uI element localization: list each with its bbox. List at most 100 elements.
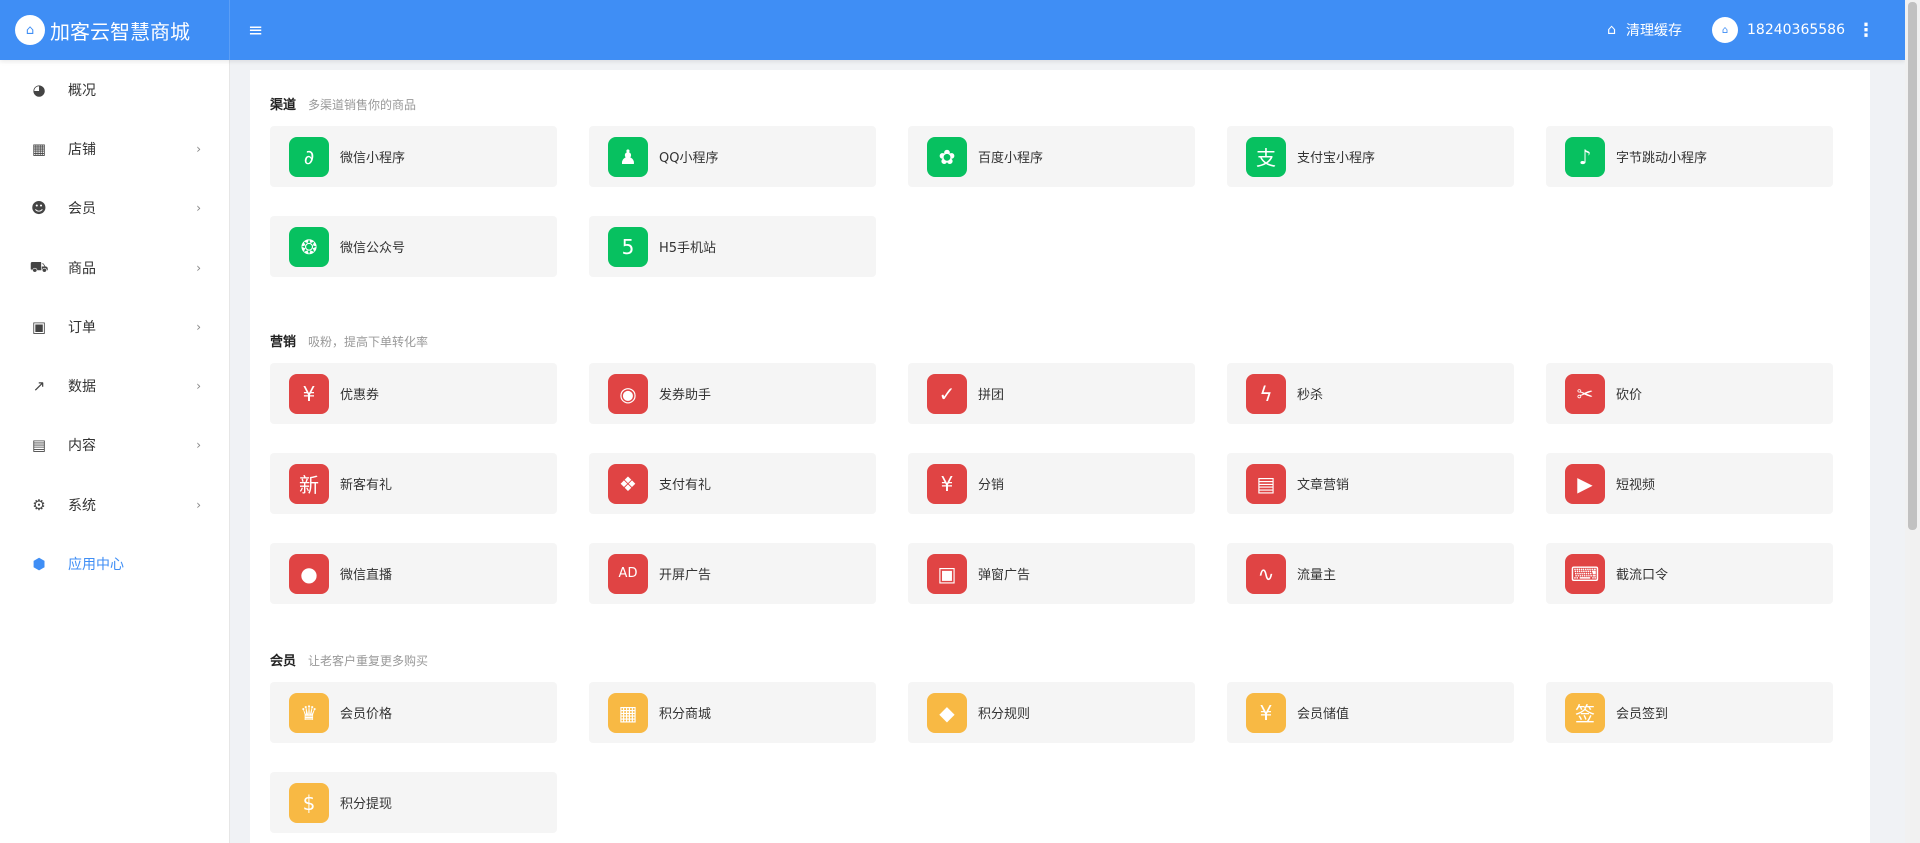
app-card[interactable]: ♪ 字节跳动小程序 (1546, 126, 1833, 187)
more-vertical-icon[interactable]: ⋮ (1857, 20, 1875, 41)
app-card[interactable]: 5 H5手机站 (589, 216, 876, 277)
sidebar-item-data[interactable]: ↗ 数据 › (0, 356, 229, 415)
app-card[interactable]: ♟ QQ小程序 (589, 126, 876, 187)
clear-cache-button[interactable]: ⌂ 清理缓存 (1607, 20, 1682, 40)
group-buy-icon: ✓ (927, 373, 967, 414)
username: 18240365586 (1747, 22, 1845, 38)
chevron-right-icon: › (196, 319, 201, 334)
sidebar-item-apps[interactable]: ⬢ 应用中心 (0, 534, 229, 593)
qq-icon: ♟ (608, 136, 648, 177)
app-card[interactable]: ● 微信直播 (270, 543, 557, 604)
section-title: 会员 (270, 654, 297, 669)
brand-name: 加客云智慧商城 (50, 19, 190, 44)
app-card[interactable]: ✿ 百度小程序 (908, 126, 1195, 187)
app-card-label: 发券助手 (659, 388, 712, 403)
channel-grid: ∂ 微信小程序 ♟ QQ小程序 ✿ 百度小程序 支支付宝小程序 ♪ 字节跳动小程序 ❂ 微信公众号 5… (270, 126, 1850, 306)
sidebar-item-overview[interactable]: ◕ 概况 (0, 60, 229, 119)
page-scrollbar[interactable] (1905, 0, 1920, 843)
cart-icon: ⛟ (29, 257, 49, 276)
mini-program-icon: ∂ (289, 136, 329, 177)
sidebar-item-label: 内容 (68, 438, 96, 455)
app-card[interactable]: ϟ 秒杀 (1227, 363, 1514, 424)
chevron-right-icon: › (196, 379, 201, 394)
app-card-label: 支付有礼 (659, 478, 712, 493)
app-card[interactable]: 支支付宝小程序 (1227, 126, 1514, 187)
withdraw-icon: $ (289, 782, 329, 823)
app-card-label: 秒杀 (1297, 388, 1324, 403)
chevron-right-icon: › (196, 141, 201, 156)
app-card-label: 拼团 (978, 388, 1005, 403)
scrollbar-thumb[interactable] (1908, 2, 1917, 530)
app-card[interactable]: ▦ 积分商城 (589, 682, 876, 743)
password-icon: ⌨ (1565, 553, 1605, 594)
chevron-right-icon: › (196, 497, 201, 512)
app-card-label: 积分规则 (978, 707, 1031, 722)
store-logo-icon: ⌂ (15, 15, 45, 45)
section-header: 营销 吸粉，提高下单转化率 (270, 331, 1850, 350)
app-card[interactable]: ✂ 砍价 (1546, 363, 1833, 424)
app-card[interactable]: $ 积分提现 (270, 772, 557, 833)
cube-icon: ⬢ (32, 555, 46, 574)
app-card-label: 支付宝小程序 (1297, 151, 1376, 166)
sidebar-item-member[interactable]: ☻ 会员 › (0, 179, 229, 238)
app-card-label: 流量主 (1297, 568, 1337, 583)
app-card[interactable]: ◉ 发券助手 (589, 363, 876, 424)
app-card[interactable]: ❂ 微信公众号 (270, 216, 557, 277)
app-card-label: 积分提现 (340, 797, 393, 812)
sidebar-item-order[interactable]: ▣ 订单 › (0, 297, 229, 356)
sidebar-item-label: 商品 (68, 260, 96, 277)
brand[interactable]: ⌂ 加客云智慧商城 (0, 0, 230, 60)
bargain-icon: ✂ (1565, 373, 1605, 414)
app-card[interactable]: ∂ 微信小程序 (270, 126, 557, 187)
sidebar-item-content[interactable]: ▤ 内容 › (0, 416, 229, 475)
menu-icon[interactable]: ≡ (248, 20, 263, 41)
app-card[interactable]: ¥ 优惠券 (270, 363, 557, 424)
marketing-grid: ¥ 优惠券 ◉ 发券助手 ✓ 拼团 ϟ 秒杀 ✂ 砍价新新客有礼 ❖ 支付有礼 ¥ 分销 ▤ 文章营销 ▶ 短视频… (270, 363, 1850, 633)
app-card[interactable]: ▶ 短视频 (1546, 453, 1833, 514)
article-icon: ▤ (1246, 463, 1286, 504)
traffic-icon: ∿ (1246, 553, 1286, 594)
sidebar-item-store[interactable]: ▦ 店铺 › (0, 119, 229, 178)
sidebar-item-goods[interactable]: ⛟ 商品 › (0, 238, 229, 297)
sidebar-item-label: 概况 (68, 82, 96, 99)
app-card[interactable]: ¥ 分销 (908, 453, 1195, 514)
alipay-icon: 支 (1246, 136, 1286, 177)
app-card[interactable]: ▣ 弹窗广告 (908, 543, 1195, 604)
points-store-icon: ▦ (608, 692, 648, 733)
sidebar-item-label: 订单 (68, 319, 96, 336)
app-card-label: 会员签到 (1616, 707, 1669, 722)
sidebar-item-system[interactable]: ⚙ 系统 › (0, 475, 229, 534)
app-center-content: 渠道 多渠道销售你的商品 ∂ 微信小程序 ♟ QQ小程序 ✿ 百度小程序 支支付宝小程序 ♪ 字… (250, 70, 1870, 843)
baidu-icon: ✿ (927, 136, 967, 177)
top-navbar: ⌂ 加客云智慧商城 ≡ ⌂ 清理缓存 ⌂ 18240365586 ⋮ (0, 0, 1905, 60)
coupon-icon: ¥ (289, 373, 329, 414)
app-card-label: 新客有礼 (340, 478, 393, 493)
section-description: 多渠道销售你的商品 (308, 98, 417, 112)
money-bag-icon: ¥ (927, 463, 967, 504)
app-card-label: 微信公众号 (340, 241, 406, 256)
app-card[interactable]: ▤ 文章营销 (1227, 453, 1514, 514)
app-card[interactable]: ⌨ 截流口令 (1546, 543, 1833, 604)
wallet-icon: ¥ (1246, 692, 1286, 733)
app-card-label: 截流口令 (1616, 568, 1669, 583)
app-card[interactable]: ✓ 拼团 (908, 363, 1195, 424)
line-chart-icon: ↗ (32, 377, 46, 396)
app-card[interactable]: AD 开屏广告 (589, 543, 876, 604)
users-icon: ☻ (31, 199, 47, 218)
gear-icon: ⚙ (32, 495, 46, 514)
sign-in-icon: 签 (1565, 692, 1605, 733)
clear-cache-label: 清理缓存 (1626, 23, 1683, 39)
user-menu[interactable]: ⌂ 18240365586 ⋮ (1712, 17, 1875, 43)
sidebar: ◕ 概况 ▦ 店铺 › ☻ 会员 › ⛟ 商品 › ▣ 订单 › ↗ 数据 › ▤ 内容 › ⚙ 系统 › ⬢ 应用中心 (0, 60, 230, 843)
app-card-label: 会员价格 (340, 707, 393, 722)
app-card[interactable]: 签会员签到 (1546, 682, 1833, 743)
app-card[interactable]: 新新客有礼 (270, 453, 557, 514)
app-card[interactable]: ♛ 会员价格 (270, 682, 557, 743)
app-card[interactable]: ❖ 支付有礼 (589, 453, 876, 514)
video-icon: ▶ (1565, 463, 1605, 504)
ticket-icon: ◉ (608, 373, 648, 414)
app-card[interactable]: ¥ 会员储值 (1227, 682, 1514, 743)
app-card[interactable]: ◆ 积分规则 (908, 682, 1195, 743)
sidebar-item-label: 店铺 (68, 141, 96, 158)
app-card[interactable]: ∿ 流量主 (1227, 543, 1514, 604)
